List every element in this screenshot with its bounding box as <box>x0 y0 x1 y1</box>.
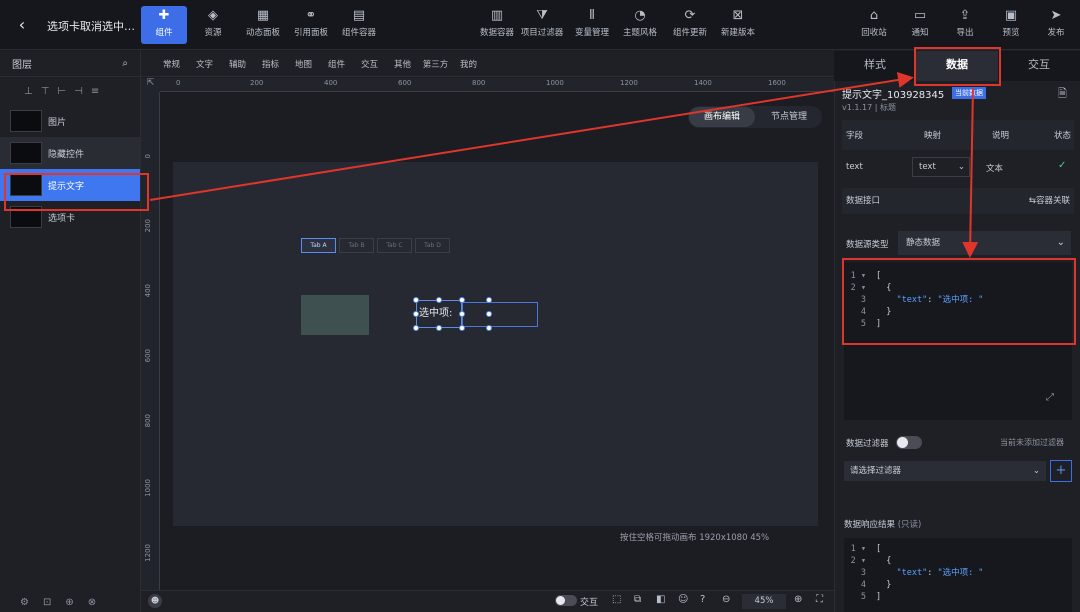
toolbar-label: 回收站 <box>861 28 887 38</box>
toolbar-button-7[interactable]: ⫴ 变量管理 <box>570 6 614 44</box>
toolbar-icon: ◈ <box>208 8 218 23</box>
toolbar-label: 动态面板 <box>245 28 280 38</box>
toolbar-icon: ▥ <box>490 8 504 23</box>
toolbar-button-12[interactable]: ▭ 通知 <box>898 6 942 44</box>
toolbar-label: 预览 <box>1002 28 1020 38</box>
canvas-tab-2[interactable]: Tab C <box>377 238 412 253</box>
bottom-tool-icon-3[interactable]: ☺ <box>678 594 688 605</box>
toolbar-button-14[interactable]: ▣ 预览 <box>989 6 1033 44</box>
toolbar-button-4[interactable]: ▤ 组件容器 <box>337 6 381 44</box>
bottom-tool-icon-5[interactable]: ⊖ <box>722 594 730 605</box>
toolbar-button-15[interactable]: ➤ 发布 <box>1034 6 1078 44</box>
toolbar-button-9[interactable]: ⟳ 组件更新 <box>668 6 712 44</box>
toolbar-icon: ▦ <box>256 8 270 23</box>
bottom-tool-icon-6[interactable]: ⊕ <box>794 594 802 605</box>
toolbar-label: 资源 <box>204 28 222 38</box>
toolbar-icon: ⊠ <box>732 8 744 23</box>
bottom-tool-icon-1[interactable]: ⧉ <box>634 594 641 605</box>
toolbar-icon: ✚ <box>158 8 170 23</box>
toolbar-label: 导出 <box>956 28 974 38</box>
toolbar-label: 项目过滤器 <box>520 28 564 38</box>
resize-handle[interactable] <box>436 297 442 303</box>
toolbar-button-2[interactable]: ▦ 动态面板 <box>241 6 285 44</box>
bottom-tool-icon-0[interactable]: ⬚ <box>612 594 621 605</box>
toolbar-icon: ◔ <box>634 8 646 23</box>
bottom-tool-icon-4[interactable]: ? <box>700 594 705 605</box>
resize-handle[interactable] <box>486 325 492 331</box>
bottom-tool-icon-2[interactable]: ◧ <box>656 594 665 605</box>
toolbar-label: 数据容器 <box>479 28 514 38</box>
toolbar-icon: ⌂ <box>869 8 879 23</box>
resize-handle[interactable] <box>413 325 419 331</box>
toolbar-button-3[interactable]: ⚭ 引用面板 <box>289 6 333 44</box>
annotation-arrows <box>149 72 979 258</box>
toolbar-button-5[interactable]: ▥ 数据容器 <box>475 6 519 44</box>
toolbar-label: 通知 <box>911 28 929 38</box>
resize-handle[interactable] <box>459 311 465 317</box>
toolbar-label: 主题风格 <box>622 28 657 38</box>
toolbar-label: 组件 <box>155 28 173 38</box>
toolbar-button-10[interactable]: ⊠ 新建版本 <box>716 6 760 44</box>
toolbar-label: 发布 <box>1047 28 1065 38</box>
bottom-tool-icon-7[interactable]: ⛶ <box>816 594 823 605</box>
toolbar-button-0[interactable]: ✚ 组件 <box>141 6 187 44</box>
resize-handle[interactable] <box>486 297 492 303</box>
resize-handle[interactable] <box>413 311 419 317</box>
resize-handle[interactable] <box>436 325 442 331</box>
canvas-tab-0[interactable]: Tab A <box>301 238 336 253</box>
toolbar-icon: ▤ <box>352 8 366 23</box>
toolbar-icon: ⫴ <box>589 8 595 23</box>
toolbar-button-11[interactable]: ⌂ 回收站 <box>852 6 896 44</box>
canvas-tab-3[interactable]: Tab D <box>415 238 450 253</box>
resize-handle[interactable] <box>459 297 465 303</box>
toolbar-icon: ⚭ <box>305 8 317 23</box>
resize-handle[interactable] <box>486 311 492 317</box>
toolbar-label: 新建版本 <box>720 28 755 38</box>
toolbar-icon: ⧩ <box>536 8 548 23</box>
toolbar-label: 组件容器 <box>341 28 376 38</box>
toolbar-button-8[interactable]: ◔ 主题风格 <box>618 6 662 44</box>
toolbar-label: 变量管理 <box>574 28 609 38</box>
toolbar-icon: ▭ <box>913 8 927 23</box>
toolbar-icon: ▣ <box>1004 8 1018 23</box>
toolbar-button-6[interactable]: ⧩ 项目过滤器 <box>520 6 564 44</box>
toolbar-label: 组件更新 <box>672 28 707 38</box>
toolbar-icon: ➤ <box>1050 8 1062 23</box>
toolbar-button-13[interactable]: ⇪ 导出 <box>943 6 987 44</box>
toolbar-label: 引用面板 <box>293 28 328 38</box>
toolbar-button-1[interactable]: ◈ 资源 <box>191 6 235 44</box>
toolbar-icon: ⟳ <box>684 8 696 23</box>
toolbar-icon: ⇪ <box>959 8 971 23</box>
resize-handle[interactable] <box>413 297 419 303</box>
canvas-tab-1[interactable]: Tab B <box>339 238 374 253</box>
resize-handle[interactable] <box>459 325 465 331</box>
